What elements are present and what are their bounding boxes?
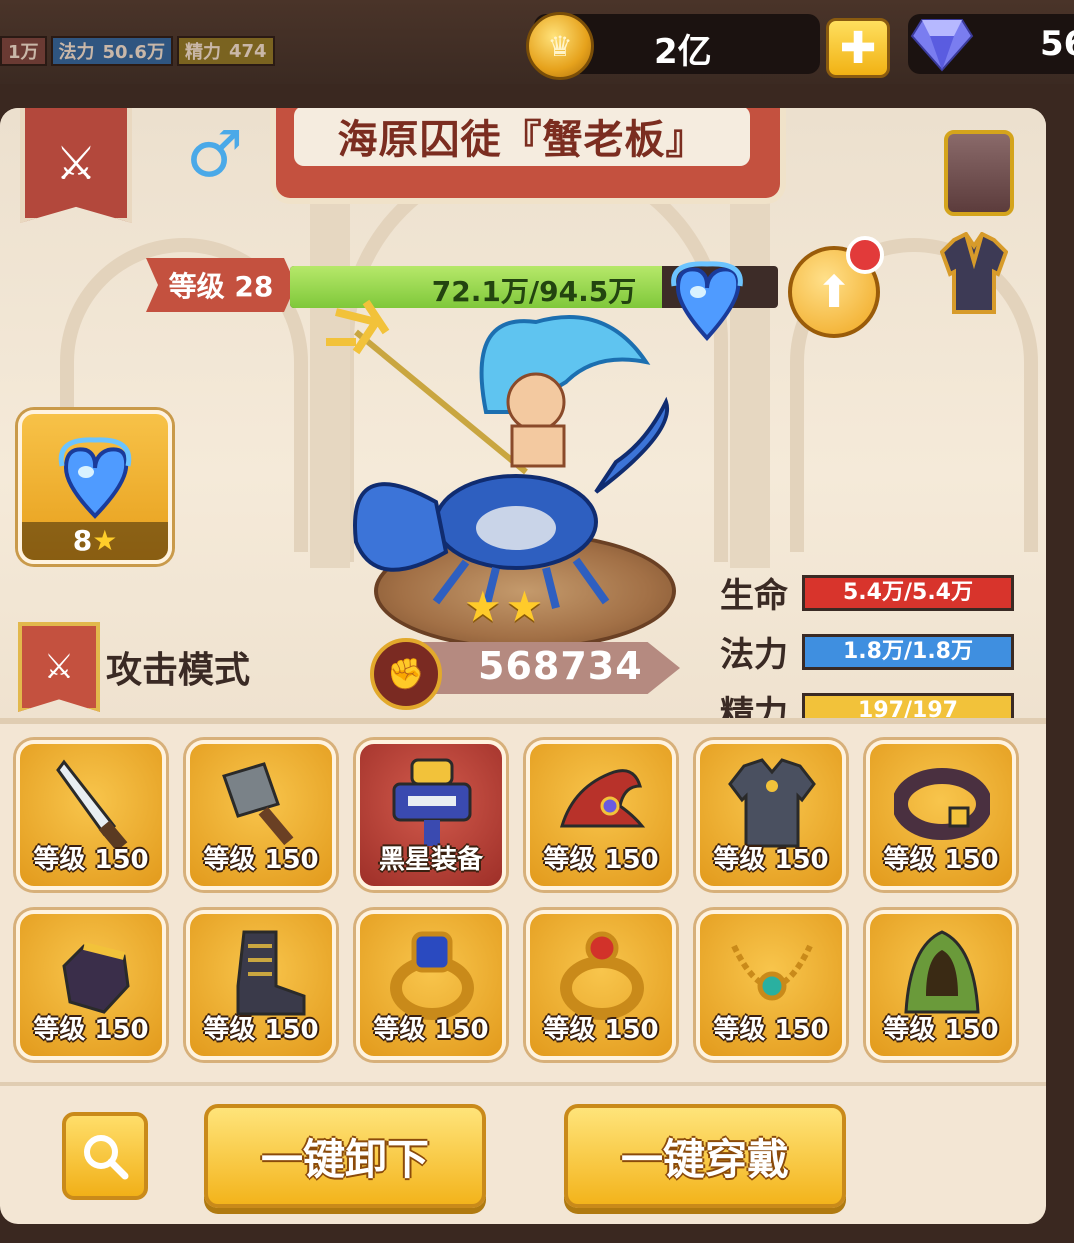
equip-level-label: 等级 150: [713, 845, 829, 875]
crab-rider-hero-sprite[interactable]: [316, 292, 696, 612]
equip-slot-offhand[interactable]: 等级 150: [186, 740, 336, 890]
gold-value: 2亿: [654, 32, 712, 72]
mini-stat-value: 474: [228, 40, 267, 62]
attack-mode-label: 攻击模式: [106, 650, 251, 691]
stat-label: 精力: [720, 694, 788, 718]
gold-currency: ♛ 2亿: [526, 12, 820, 80]
glove-icon: [62, 942, 130, 1014]
belt-icon: [894, 768, 990, 840]
hero-stats: 生命 5.4万/5.4万 法力 1.8万/1.8万 精力 197/197: [720, 568, 1014, 718]
gem-currency: 56: [908, 14, 1074, 74]
equip-slot-cloak[interactable]: 等级 150: [866, 910, 1016, 1060]
crossed-swords-icon: ⚔: [18, 622, 100, 712]
equip-level-label: 等级 150: [543, 1015, 659, 1045]
equip-slot-armor[interactable]: 等级 150: [696, 740, 846, 890]
mini-stat-strip: 1万 法力 50.6万 精力 474: [0, 36, 275, 66]
equip-slot-helmet[interactable]: 等级 150: [526, 740, 676, 890]
magnifier-icon: [84, 1135, 129, 1180]
equip-all-button[interactable]: 一键穿戴: [564, 1104, 846, 1208]
cloak-icon: [904, 930, 980, 1014]
hat-icon: [559, 769, 646, 828]
section-divider: [0, 718, 1046, 724]
stat-label: 生命: [720, 576, 788, 616]
equip-level-label: 黑星装备: [378, 845, 483, 875]
stat-label: 法力: [720, 635, 788, 675]
equipment-grid: 等级 150 等级 150 黑星装备 等级 150 等级 150 等级 150 …: [16, 740, 1026, 1060]
class-banner-icon[interactable]: ⚔: [20, 108, 132, 223]
equip-level-label: 等级 150: [203, 1015, 319, 1045]
combat-power: ✊ 568734: [370, 638, 684, 710]
cleaver-icon: [222, 762, 294, 846]
unequip-all-button[interactable]: 一键卸下: [204, 1104, 486, 1208]
stat-row-hp: 生命 5.4万/5.4万: [720, 568, 1014, 617]
mini-stat-label: 法力: [58, 42, 95, 63]
hp-bar: 5.4万/5.4万: [802, 574, 1014, 611]
pet-slot[interactable]: 8★: [18, 410, 172, 564]
equip-slot-black-star[interactable]: 黑星装备: [356, 740, 506, 890]
hero-level-tag: 等级 28: [146, 258, 296, 312]
equip-level-label: 等级 150: [883, 845, 999, 875]
mini-stat-value: 1万: [8, 42, 39, 63]
pet-star-count: 8: [72, 524, 93, 557]
hero-name: 海原囚徒『蟹老板』: [294, 108, 750, 166]
equip-slot-necklace[interactable]: 等级 150: [696, 910, 846, 1060]
stat-row-energy: 精力 197/197: [720, 686, 1014, 718]
equip-level-label: 等级 150: [543, 845, 659, 875]
equip-slot-weapon[interactable]: 等级 150: [16, 740, 166, 890]
necklace-icon: [731, 944, 813, 1001]
gem-value: 56: [1040, 24, 1074, 64]
equip-level-label: 等级 150: [33, 845, 149, 875]
equip-slot-belt[interactable]: 等级 150: [866, 740, 1016, 890]
screen-edge: [1046, 108, 1074, 1220]
character-panel: ⚔ ♂ 海原囚徒『蟹老板』 等级 28 72.1万/94.5万 ⬆ 8★ ★★ …: [0, 108, 1046, 1224]
hero-title-ribbon: 海原囚徒『蟹老板』: [270, 108, 786, 204]
pet-star-level: 8★: [22, 522, 168, 560]
equip-level-label: 等级 150: [373, 1015, 489, 1045]
equip-slot-gloves[interactable]: 等级 150: [16, 910, 166, 1060]
sapphire-ring-icon: [390, 931, 474, 1020]
stat-row-mp: 法力 1.8万/1.8万: [720, 627, 1014, 676]
mini-stat-hp: 1万: [0, 36, 47, 66]
background-pillar: [730, 168, 770, 568]
equip-level-label: 等级 150: [883, 1015, 999, 1045]
mini-stat-energy: 精力 474: [176, 36, 275, 66]
attack-mode[interactable]: ⚔ 攻击模式: [18, 622, 250, 712]
armor-icon: [728, 758, 816, 848]
add-currency-button[interactable]: ✚: [826, 18, 890, 78]
pet-heart-icon: [58, 437, 132, 519]
mini-stat-mp: 法力 50.6万: [50, 36, 173, 66]
equip-level-label: 等级 150: [203, 845, 319, 875]
armor-set-icon[interactable]: [940, 232, 1008, 318]
equip-slot-ring-2[interactable]: 等级 150: [526, 910, 676, 1060]
top-bar: 1万 法力 50.6万 精力 474 ♛ 2亿 ✚ 56: [0, 0, 1074, 84]
gender-male-icon: ♂: [186, 118, 244, 192]
action-bar: 一键卸下 一键穿戴: [0, 1082, 1046, 1224]
combat-power-value: 568734: [478, 644, 643, 688]
equip-level-label: 等级 150: [33, 1015, 149, 1045]
fist-icon: ✊: [370, 638, 442, 710]
equip-slot-boots[interactable]: 等级 150: [186, 910, 336, 1060]
sword-icon: [56, 759, 128, 852]
hero-showcase: ⚔ ♂ 海原囚徒『蟹老板』 等级 28 72.1万/94.5万 ⬆ 8★ ★★ …: [0, 108, 1046, 718]
search-button[interactable]: [62, 1112, 148, 1200]
ruby-ring-icon: [560, 931, 644, 1020]
boot-icon: [236, 930, 306, 1016]
equip-level-label: 等级 150: [713, 1015, 829, 1045]
mini-stat-value: 50.6万: [102, 42, 165, 63]
gold-coin-icon: ♛: [526, 12, 594, 80]
mp-bar: 1.8万/1.8万: [802, 633, 1014, 670]
diamond-icon: [910, 19, 974, 72]
energy-bar: 197/197: [802, 692, 1014, 718]
equip-slot-ring-1[interactable]: 等级 150: [356, 910, 506, 1060]
hero-star-rating: ★★: [464, 582, 548, 631]
notification-dot: [846, 236, 884, 274]
mini-stat-label: 精力: [184, 42, 221, 63]
star-icon: ★: [92, 524, 118, 557]
black-star-gear-icon: [392, 758, 472, 846]
switch-card-icon[interactable]: [944, 130, 1014, 216]
